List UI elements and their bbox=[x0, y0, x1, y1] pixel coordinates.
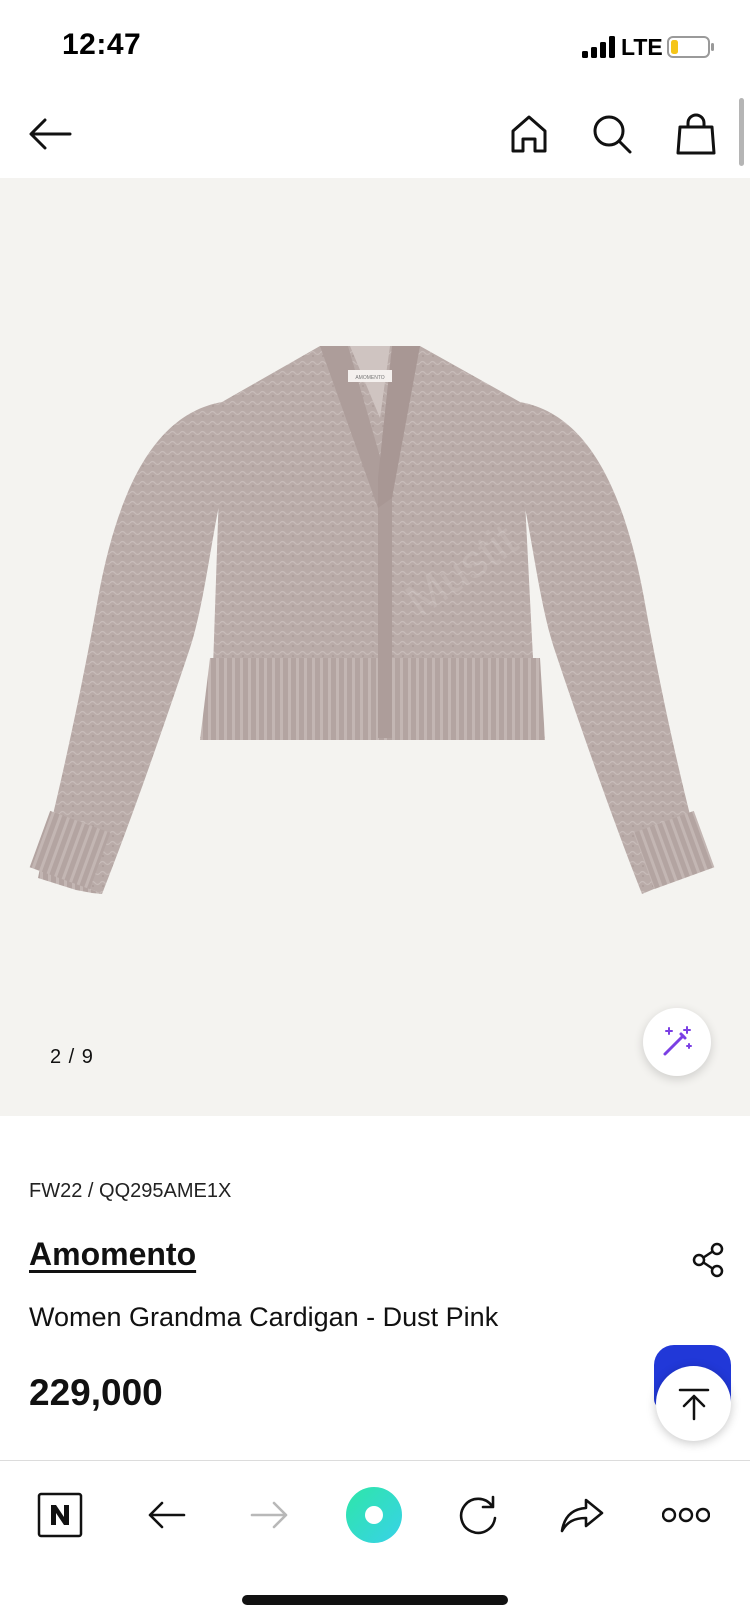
browser-toolbar bbox=[0, 1460, 750, 1623]
share-page-button[interactable] bbox=[552, 1485, 612, 1545]
status-time: 12:47 bbox=[62, 28, 142, 61]
magic-edit-button[interactable] bbox=[643, 1008, 711, 1076]
home-button[interactable] bbox=[505, 110, 553, 158]
back-arrow-icon bbox=[148, 1501, 186, 1529]
search-button[interactable] bbox=[588, 110, 636, 158]
home-indicator[interactable] bbox=[242, 1595, 508, 1605]
forward-arrow-icon bbox=[250, 1501, 288, 1529]
product-image-gallery[interactable]: AMOMENTO Mustit 2 / 9 bbox=[0, 178, 750, 1116]
back-button[interactable] bbox=[26, 110, 74, 158]
product-detail-page: 12:47 LTE AMOMENTO Mustit 2 / 9 FW22 / Q… bbox=[0, 0, 750, 1623]
shopping-bag-icon bbox=[676, 113, 716, 155]
carrier-label: LTE bbox=[621, 34, 663, 60]
product-image: AMOMENTO Mustit bbox=[29, 346, 715, 894]
image-counter: 2 / 9 bbox=[50, 1046, 94, 1068]
scrollbar-thumb[interactable] bbox=[739, 98, 744, 166]
product-price: 229,000 bbox=[29, 1372, 163, 1413]
reload-icon bbox=[459, 1495, 497, 1535]
magic-wand-icon bbox=[663, 1026, 692, 1056]
browser-back-button[interactable] bbox=[136, 1485, 196, 1545]
home-icon bbox=[511, 115, 547, 153]
more-icon bbox=[662, 1507, 710, 1523]
green-dot-button[interactable] bbox=[344, 1485, 404, 1545]
top-navigation-bar bbox=[0, 90, 750, 178]
naver-n-icon bbox=[37, 1492, 83, 1538]
product-name: Women Grandma Cardigan - Dust Pink bbox=[29, 1302, 499, 1332]
browser-forward-button[interactable] bbox=[240, 1485, 300, 1545]
garment-label-text: AMOMENTO bbox=[355, 375, 384, 381]
arrow-up-to-top-icon bbox=[678, 1388, 709, 1420]
share-forward-icon bbox=[560, 1498, 604, 1533]
share-icon bbox=[692, 1242, 724, 1278]
scroll-to-top-button[interactable] bbox=[656, 1366, 731, 1441]
search-icon bbox=[593, 115, 632, 154]
share-button[interactable] bbox=[690, 1242, 726, 1278]
battery-icon bbox=[667, 36, 714, 58]
product-code: FW22 / QQ295AME1X bbox=[29, 1180, 232, 1202]
green-dot-icon bbox=[346, 1487, 402, 1543]
more-menu-button[interactable] bbox=[656, 1485, 716, 1545]
naver-home-button[interactable] bbox=[30, 1485, 90, 1545]
signal-icon bbox=[582, 36, 615, 58]
brand-link[interactable]: Amomento bbox=[29, 1236, 196, 1273]
reload-button[interactable] bbox=[448, 1485, 508, 1545]
back-arrow-icon bbox=[29, 118, 72, 150]
status-bar: 12:47 LTE bbox=[0, 0, 750, 90]
cart-button[interactable] bbox=[672, 110, 720, 158]
